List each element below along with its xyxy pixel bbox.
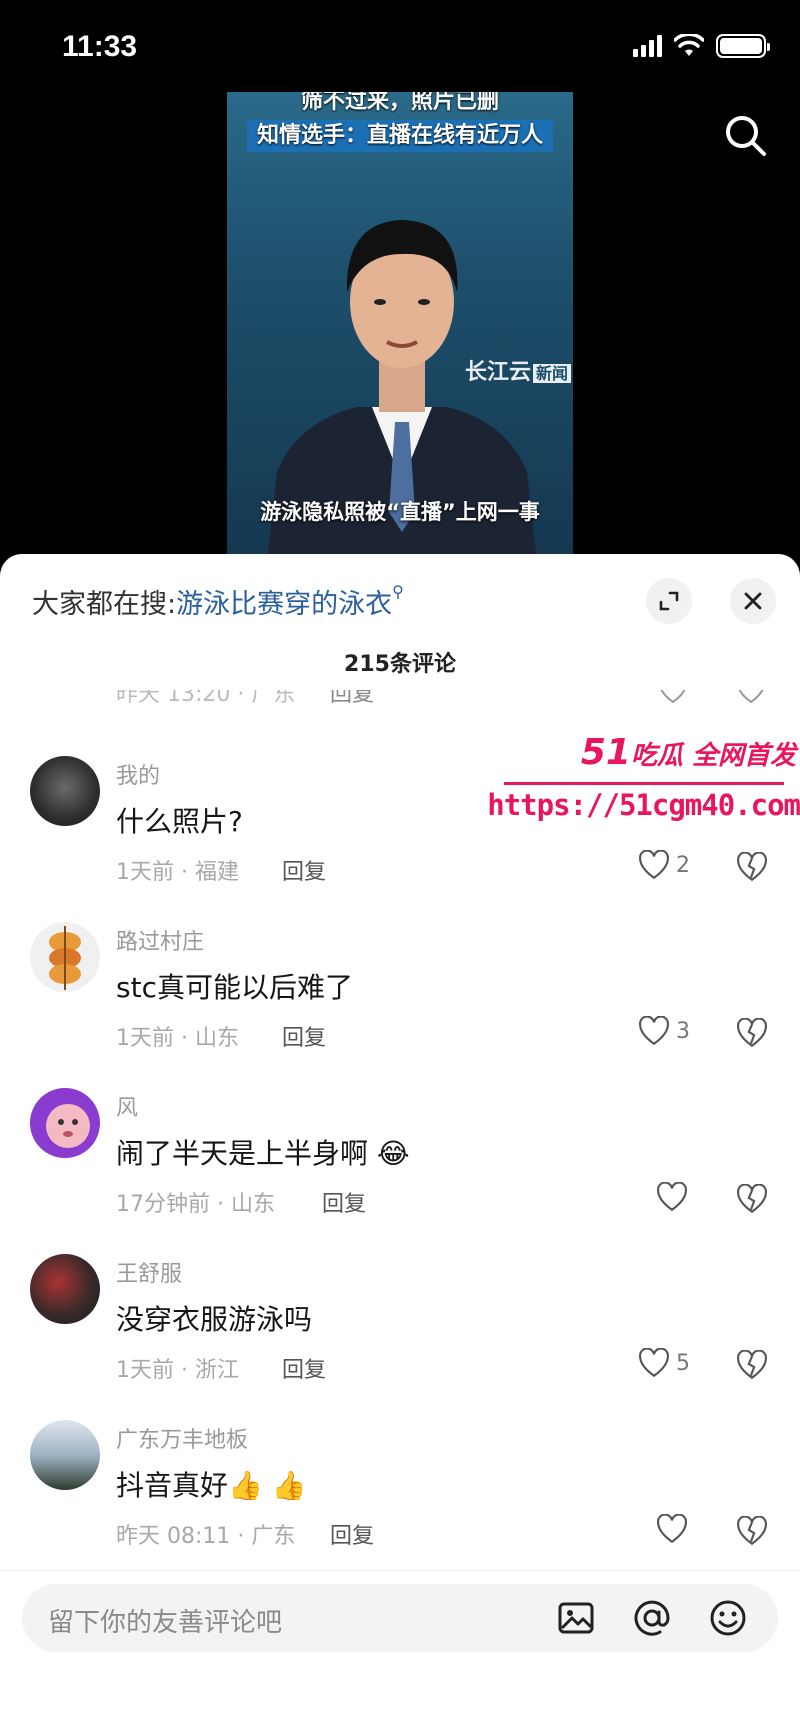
like-button[interactable]: 3 <box>638 1016 690 1046</box>
image-icon[interactable] <box>556 1598 596 1638</box>
reply-button[interactable]: 回复 <box>282 1352 326 1384</box>
expand-icon <box>659 591 679 611</box>
reply-button[interactable]: 回复 <box>330 1518 374 1550</box>
comment-username[interactable]: 广东万丰地板 <box>116 1422 248 1454</box>
signal-icon <box>633 35 662 57</box>
wifi-icon <box>674 34 704 56</box>
heart-icon <box>639 850 669 880</box>
reply-button[interactable]: 回复 <box>282 854 326 886</box>
search-small-icon: ⚲ <box>392 582 404 601</box>
avatar[interactable] <box>30 756 100 826</box>
broken-heart-icon[interactable] <box>736 852 768 882</box>
expand-button[interactable] <box>646 578 692 624</box>
comment-meta: 17分钟前 · 山东 <box>116 1192 275 1217</box>
comment-meta: 1天前 · 山东 <box>116 1026 239 1051</box>
broken-heart-icon[interactable] <box>736 690 766 704</box>
like-button[interactable] <box>656 1514 688 1544</box>
thumbs-up-emoji-icon: 👍 👍 <box>228 1469 307 1502</box>
broken-heart-icon[interactable] <box>736 1350 768 1380</box>
heart-icon <box>657 1182 687 1212</box>
comment-item: 风 闹了半天是上半身啊 😂 17分钟前 · 山东 回复 <box>0 1088 800 1254</box>
comment-text: 没穿衣服游泳吗 <box>116 1303 313 1336</box>
partial-reply[interactable]: 回复 <box>330 690 374 708</box>
laughing-emoji-icon: 😂 <box>376 1137 410 1170</box>
video-caption-top: 筛不过来，照片已删 知情选手：直播在线有近万人 <box>227 92 573 152</box>
status-time: 11:33 <box>62 30 138 63</box>
comment-text: 什么照片? <box>116 805 243 838</box>
like-count: 2 <box>676 852 690 878</box>
avatar[interactable] <box>30 922 100 992</box>
heart-icon[interactable] <box>658 690 688 704</box>
video-watermark: 长江云 新闻 <box>465 354 571 386</box>
broken-heart-icon[interactable] <box>736 1516 768 1546</box>
like-count: 5 <box>676 1350 690 1376</box>
avatar[interactable] <box>30 1420 100 1490</box>
comment-input[interactable]: 留下你的友善评论吧 <box>22 1584 778 1652</box>
input-divider <box>0 1570 800 1571</box>
caption-line-1: 筛不过来，照片已删 <box>300 92 499 114</box>
ad-brand: 51吃瓜 全网首发 <box>580 732 796 773</box>
partial-meta: 昨天 13:20 · 广东 <box>116 690 296 707</box>
hot-search-link[interactable]: 游泳比赛穿的泳衣 <box>176 589 392 620</box>
broken-heart-icon[interactable] <box>736 1184 768 1214</box>
comment-count: 215条评论 <box>344 652 456 677</box>
emoji-icon[interactable] <box>708 1598 748 1638</box>
close-button[interactable] <box>730 578 776 624</box>
reply-button[interactable]: 回复 <box>282 1020 326 1052</box>
like-button[interactable]: 5 <box>638 1348 690 1378</box>
comment-meta: 昨天 08:11 · 广东 <box>116 1524 296 1549</box>
avatar[interactable] <box>30 1254 100 1324</box>
like-count: 3 <box>676 1018 690 1044</box>
search-icon[interactable] <box>722 112 770 160</box>
comment-username[interactable]: 风 <box>116 1090 138 1122</box>
ad-line <box>504 782 784 785</box>
status-icons <box>633 34 770 58</box>
comment-username[interactable]: 我的 <box>116 758 160 790</box>
comment-item: 王舒服 没穿衣服游泳吗 1天前 · 浙江 回复 5 <box>0 1254 800 1420</box>
video-caption-bottom: 游泳隐私照被“直播”上网一事 <box>260 500 540 524</box>
comment-meta: 1天前 · 浙江 <box>116 1358 239 1383</box>
heart-icon <box>657 1514 687 1544</box>
comment-item: 路过村庄 stc真可能以后难了 1天前 · 山东 回复 3 <box>0 922 800 1088</box>
at-icon[interactable] <box>632 1598 672 1638</box>
comment-text: 抖音真好👍 👍 <box>116 1469 307 1502</box>
reply-button[interactable]: 回复 <box>322 1186 366 1218</box>
comment-text: 闹了半天是上半身啊 😂 <box>116 1137 410 1170</box>
partial-comment-row: 昨天 13:20 · 广东 回复 <box>0 690 800 710</box>
comment-text: stc真可能以后难了 <box>116 971 353 1004</box>
heart-icon <box>639 1016 669 1046</box>
comment-meta: 1天前 · 福建 <box>116 860 239 885</box>
heart-icon <box>639 1348 669 1378</box>
video-player[interactable]: 筛不过来，照片已删 知情选手：直播在线有近万人 长江云 新闻 游泳隐私照被“直播”… <box>227 92 573 554</box>
hot-search-label: 大家都在搜: <box>32 589 177 620</box>
battery-icon <box>716 34 770 58</box>
comment-item: 广东万丰地板 抖音真好👍 👍 昨天 08:11 · 广东 回复 <box>0 1420 800 1586</box>
hot-search[interactable]: 大家都在搜:游泳比赛穿的泳衣⚲ <box>32 582 404 621</box>
avatar[interactable] <box>30 1088 100 1158</box>
like-button[interactable]: 2 <box>638 850 690 880</box>
comments-panel: 大家都在搜:游泳比赛穿的泳衣⚲ 215条评论 昨天 13:20 · 广东 回复 … <box>0 554 800 1731</box>
caption-line-2: 知情选手：直播在线有近万人 <box>246 120 553 152</box>
broken-heart-icon[interactable] <box>736 1018 768 1048</box>
comment-input-placeholder: 留下你的友善评论吧 <box>48 1608 283 1638</box>
comment-username[interactable]: 王舒服 <box>116 1256 182 1288</box>
like-button[interactable] <box>656 1182 688 1212</box>
comment-username[interactable]: 路过村庄 <box>116 924 204 956</box>
close-icon <box>744 592 762 610</box>
status-bar: 11:33 <box>0 0 800 90</box>
ad-url: https://51cgm40.com <box>487 788 800 822</box>
overlay-ad-watermark: 51吃瓜 全网首发 https://51cgm40.com <box>487 732 800 828</box>
